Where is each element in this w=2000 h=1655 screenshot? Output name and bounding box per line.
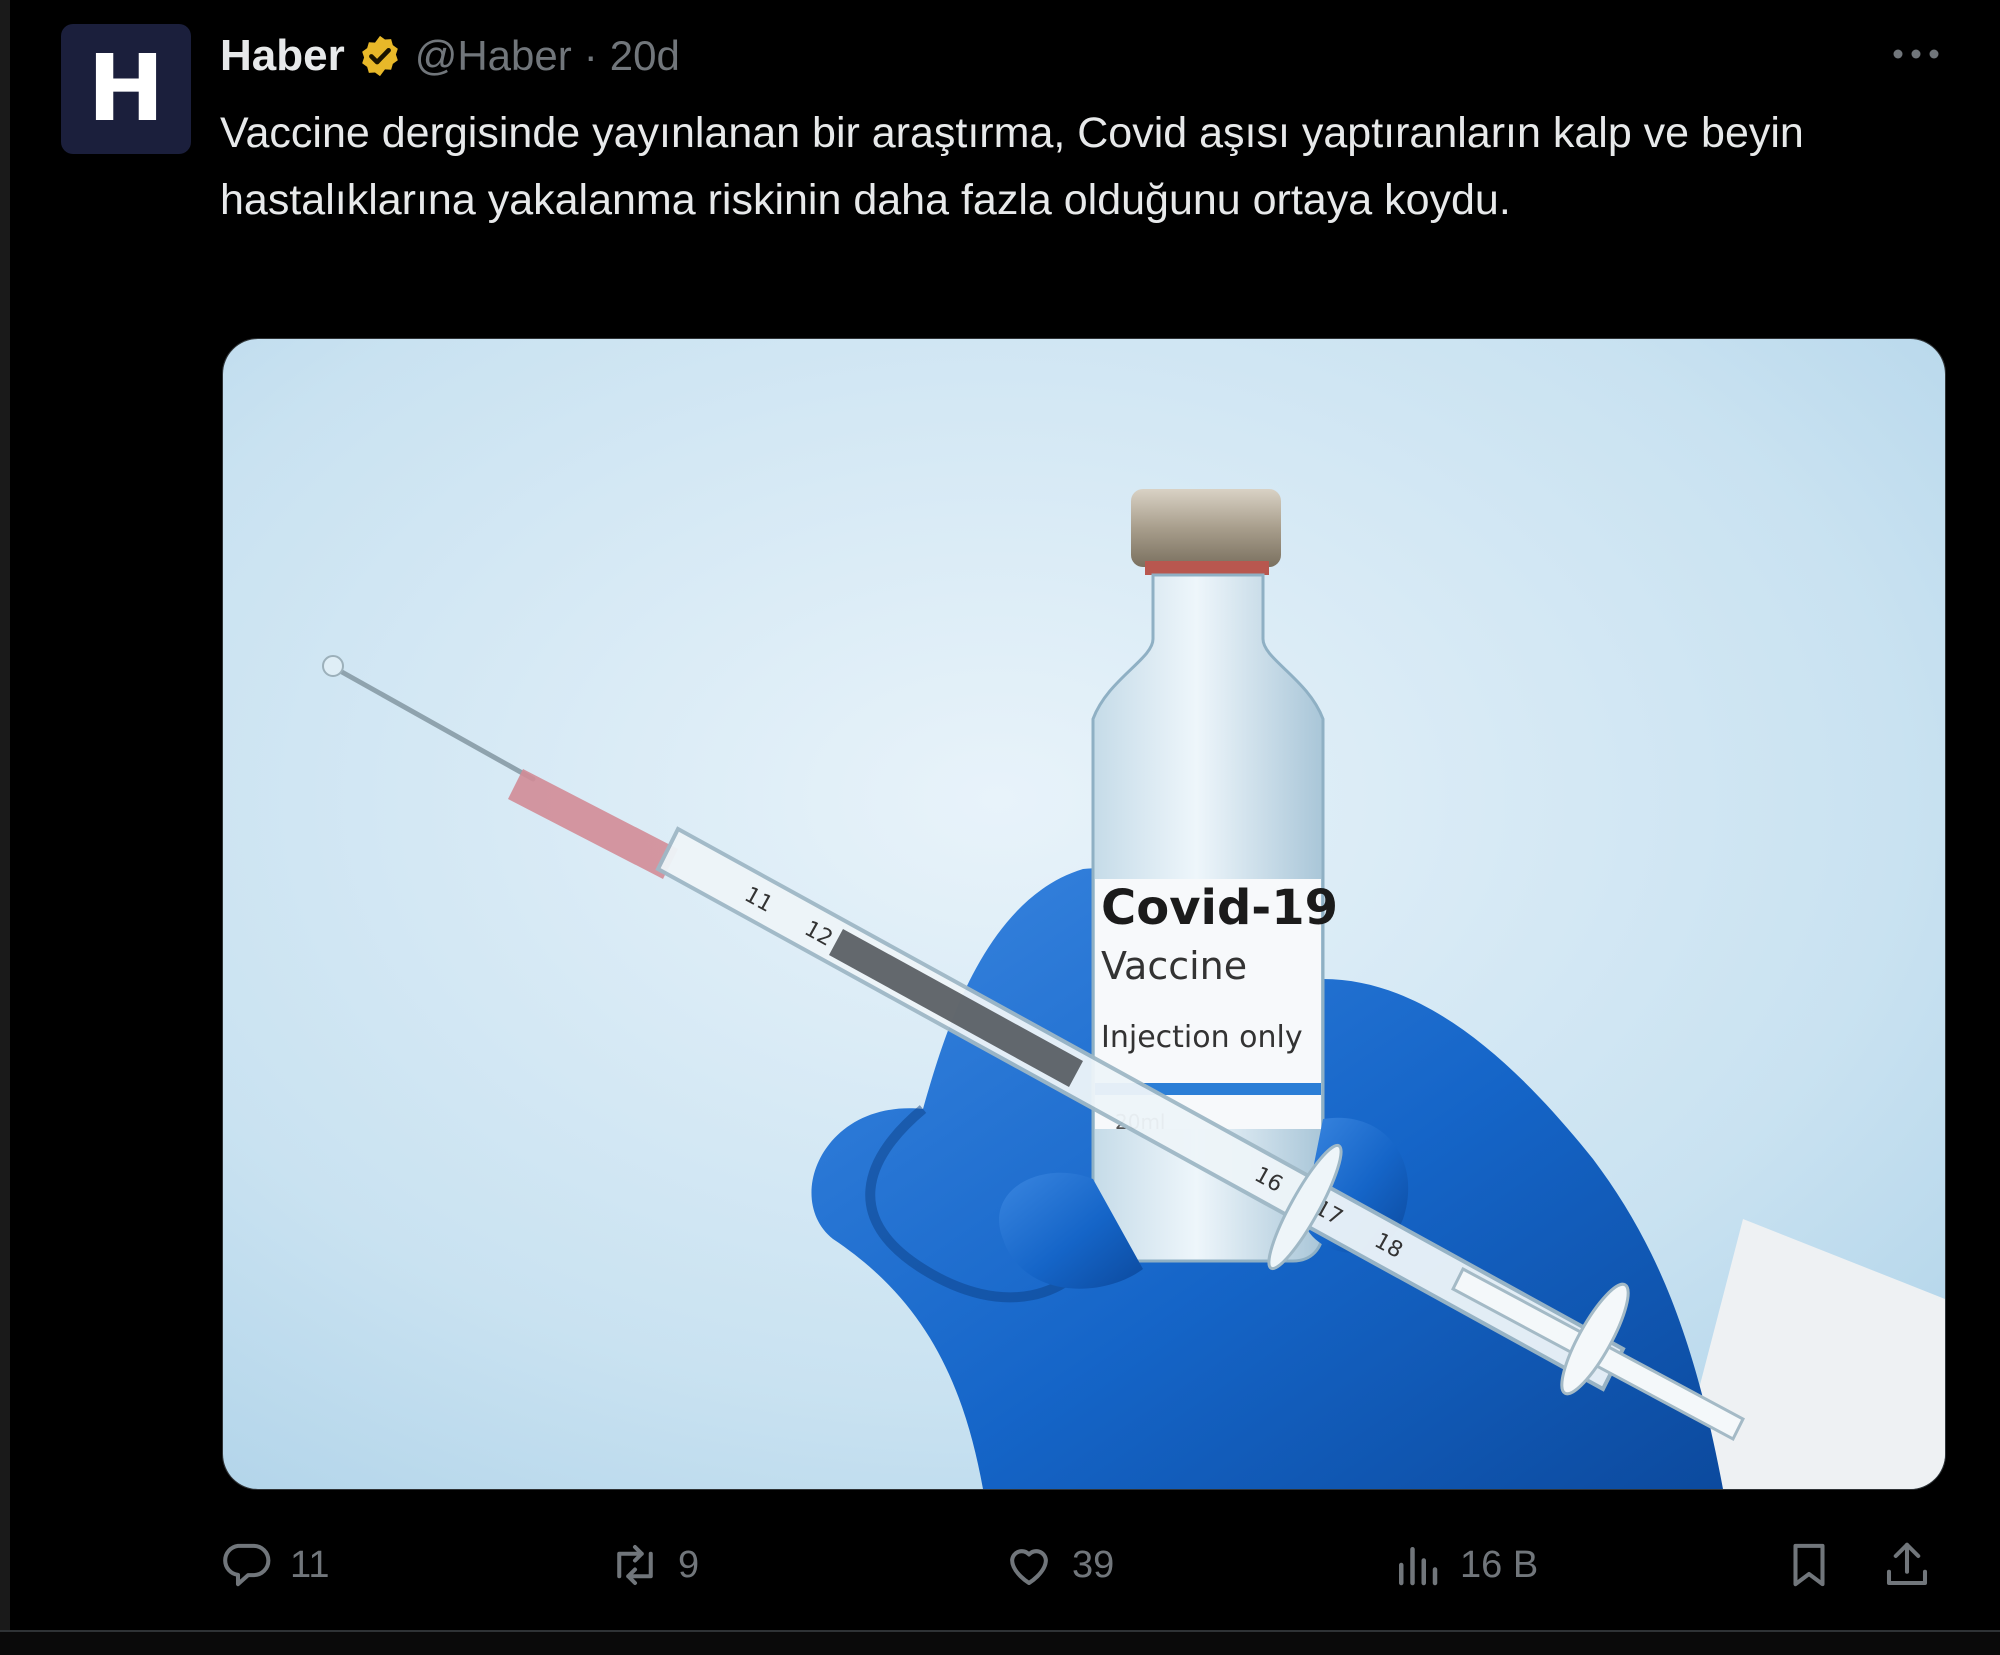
more-options-button[interactable] — [1886, 34, 1946, 74]
bar-chart-icon — [1399, 1547, 1438, 1586]
vial-label-note: Injection only — [1101, 1020, 1303, 1055]
vaccine-photo: Covid-19 Vaccine Injection only 20ml 11 … — [223, 339, 1945, 1489]
bookmark-icon — [1793, 1543, 1825, 1587]
bookmark-button[interactable] — [1782, 1530, 1836, 1600]
share-icon — [1886, 1542, 1928, 1586]
verified-badge-icon — [361, 35, 398, 77]
avatar[interactable]: H — [61, 24, 191, 154]
header-separator: · — [583, 32, 598, 79]
views-button[interactable]: 16 B — [1390, 1530, 1538, 1600]
tweet-timestamp[interactable]: 20d — [610, 32, 680, 80]
frame-border — [0, 0, 10, 1653]
reply-button[interactable]: 11 — [220, 1530, 329, 1600]
tweet-image[interactable]: Covid-19 Vaccine Injection only 20ml 11 … — [222, 338, 1946, 1490]
tweet-header: Haber @Haber · 20d — [220, 28, 680, 84]
share-button[interactable] — [1880, 1530, 1934, 1600]
like-button[interactable]: 39 — [1002, 1530, 1114, 1600]
repost-button[interactable]: 9 — [608, 1530, 699, 1600]
tweet-text: Vaccine dergisinde yayınlanan bir araştı… — [220, 109, 1804, 224]
vial-label-title: Covid-19 — [1101, 880, 1338, 936]
avatar-logo-letter: H — [87, 35, 165, 142]
repost-icon — [617, 1544, 653, 1586]
tweet-actions: 11 9 39 16 B — [220, 1530, 1950, 1600]
heart-icon — [1010, 1549, 1048, 1586]
tweet-card[interactable]: H Haber @Haber · 20d Vaccine dergisinde … — [0, 0, 2000, 1655]
like-count: 39 — [1072, 1543, 1115, 1586]
frame-divider — [0, 1630, 2000, 1655]
author-handle[interactable]: @Haber — [415, 32, 572, 80]
vial-label-subtitle: Vaccine — [1101, 944, 1247, 988]
views-count: 16 B — [1460, 1543, 1539, 1586]
repost-count: 9 — [678, 1543, 700, 1586]
author-display-name[interactable]: Haber — [220, 31, 345, 81]
more-dots-icon — [1893, 49, 1939, 59]
reply-count: 11 — [290, 1543, 330, 1586]
reply-bubble-icon — [223, 1543, 271, 1587]
